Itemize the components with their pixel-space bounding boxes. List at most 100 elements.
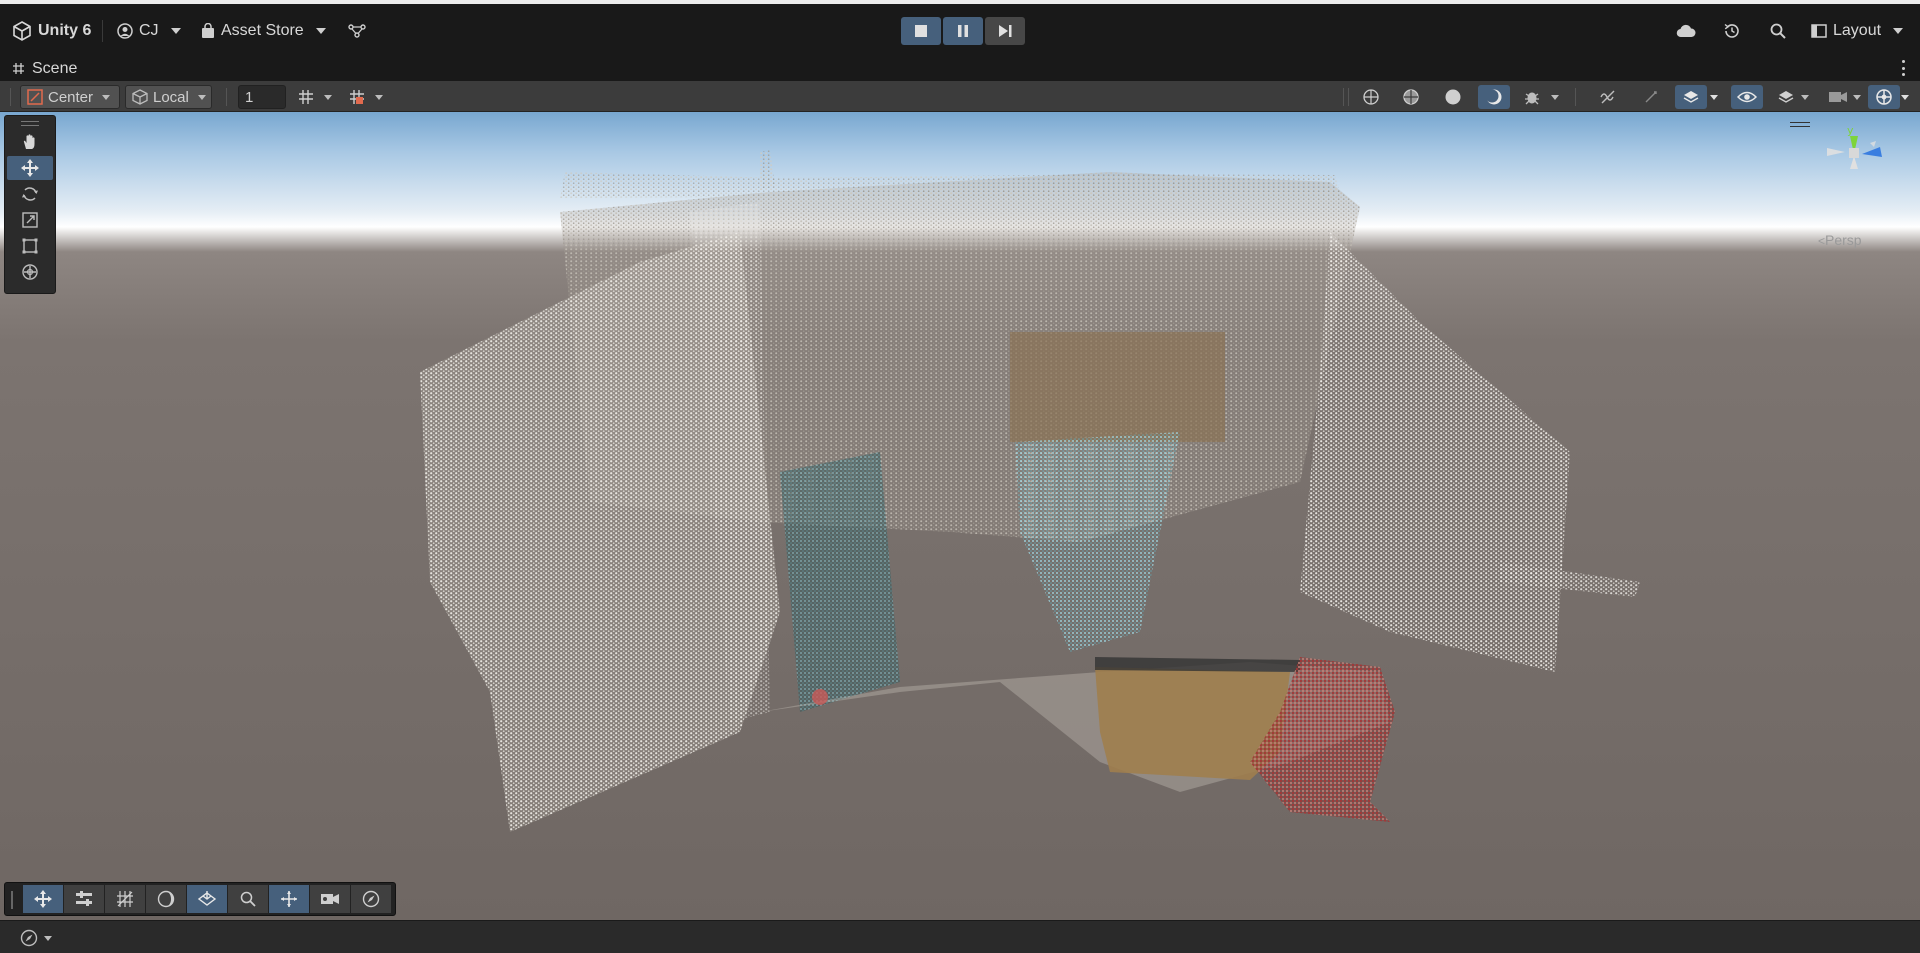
stop-button[interactable] [901,17,941,45]
camera-preview-icon [320,891,340,907]
grid-size-field[interactable] [238,85,286,109]
chevron-down-icon [1893,28,1904,34]
scene-camera-dropdown[interactable] [1822,85,1854,109]
transform-tool-button[interactable] [7,260,53,284]
wireframe-globe-icon [1362,88,1380,106]
pivot-rotation-dropdown[interactable]: Local [125,85,212,109]
chevron-down-icon[interactable] [324,95,332,100]
step-button[interactable] [985,17,1025,45]
scene-viewport[interactable]: y <Persp [0,112,1920,920]
rotate-tool-button[interactable] [7,182,53,206]
shopping-bag-icon [201,23,215,39]
chevron-down-icon[interactable] [1901,95,1909,100]
chevron-down-icon [44,935,52,941]
chevron-down-icon[interactable] [1801,95,1809,100]
cloud-button[interactable] [1675,20,1697,42]
scene-visibility-button[interactable] [1675,85,1707,109]
scene-hash-icon [12,62,25,75]
account-name: CJ [139,22,159,39]
orientation-gizmo[interactable]: y [1802,114,1902,244]
overlay-navigation-button[interactable] [351,885,391,913]
lighting-toggle-button[interactable] [1478,85,1510,109]
audio-toggle-button[interactable] [1592,85,1624,109]
move-tool-icon [20,158,40,178]
overlay-grid-button[interactable] [105,885,145,913]
chevron-down-icon[interactable] [1710,95,1718,100]
overlay-search-button[interactable] [228,885,268,913]
point-cloud-mesh[interactable] [0,112,1920,920]
unity-cube-icon [12,21,32,41]
overlay-move-button[interactable] [23,885,63,913]
grid-hatch-icon [116,890,134,908]
overlay-snap-button[interactable] [187,885,227,913]
local-cube-icon [132,89,148,105]
debug-mode-button[interactable] [1516,85,1548,109]
gizmo-y-label: y [1847,124,1854,137]
camera-icon [1828,90,1848,104]
draw-mode-wireframe-button[interactable] [1355,85,1387,109]
status-bar [0,920,1920,953]
chevron-down-icon [315,28,326,34]
undo-history-button[interactable] [1721,20,1743,42]
tab-more-menu-icon[interactable] [1900,60,1906,76]
overlay-grip[interactable] [11,891,13,909]
settings-sliders-icon [75,890,93,908]
version-control-button[interactable] [346,20,368,42]
asset-store-dropdown[interactable]: Asset Store [201,18,326,44]
stop-icon [915,25,927,37]
draw-mode-shaded-button[interactable] [1437,85,1469,109]
rect-tool-button[interactable] [7,234,53,258]
unity-logo-button[interactable]: Unity 6 [12,18,91,44]
rotate-tool-icon [21,185,39,203]
pause-icon [957,25,969,37]
tab-scene[interactable]: Scene [12,56,77,81]
navigation-mode-dropdown[interactable] [20,927,64,949]
playmode-controls [901,17,1025,45]
scale-tool-icon [21,211,39,229]
grid-icon [297,89,315,105]
pivot-mode-dropdown[interactable]: Center [20,85,120,109]
layers-icon [1682,89,1700,105]
toolbar-separator [1348,88,1349,106]
overlay-lighting-button[interactable] [146,885,186,913]
pause-button[interactable] [943,17,983,45]
lighting-icon [1485,88,1503,106]
account-dropdown[interactable]: CJ [117,18,181,44]
chevron-down-icon[interactable] [375,95,383,100]
hand-tool-icon [21,133,39,151]
visibility-eye-icon [1737,90,1757,104]
layout-dropdown[interactable]: Layout [1811,18,1904,44]
overlay-pivot-button[interactable] [269,885,309,913]
cloud-icon [1676,24,1696,38]
pivot-rotation-label: Local [153,88,189,106]
effects-toggle-button[interactable] [1635,85,1667,109]
move-overlay-icon [33,889,53,909]
grid-visibility-button[interactable] [290,85,322,109]
snap-plane-icon [197,890,217,908]
app-name: Unity 6 [38,22,92,39]
hidden-objects-toggle-button[interactable] [1731,85,1763,109]
gizmos-globe-icon [1875,88,1893,106]
draw-mode-shaded-wire-button[interactable] [1395,85,1427,109]
grid-snap-button[interactable] [341,85,373,109]
tools-palette [4,115,56,294]
overlay-camera-button[interactable] [310,885,350,913]
toolbar-separator [226,88,227,106]
hand-tool-button[interactable] [7,130,53,154]
search-button[interactable] [1767,20,1789,42]
chevron-down-icon [170,28,181,34]
scale-tool-button[interactable] [7,208,53,232]
chevron-down-icon [102,94,111,100]
move-tool-button[interactable] [7,156,53,180]
chevron-down-icon[interactable] [1853,95,1861,100]
scene-tab-bar: Scene [0,56,1920,81]
overlay-settings-button[interactable] [64,885,104,913]
scene-layers-icon [1777,89,1795,105]
toolbar-separator [1575,88,1576,106]
projection-label[interactable]: <Persp [1818,232,1862,248]
palette-grip[interactable] [21,121,39,126]
scene-layers-dropdown[interactable] [1770,85,1802,109]
lighting-moon-icon [157,890,175,908]
gizmos-toggle-button[interactable] [1868,85,1900,109]
chevron-down-icon[interactable] [1551,95,1559,100]
